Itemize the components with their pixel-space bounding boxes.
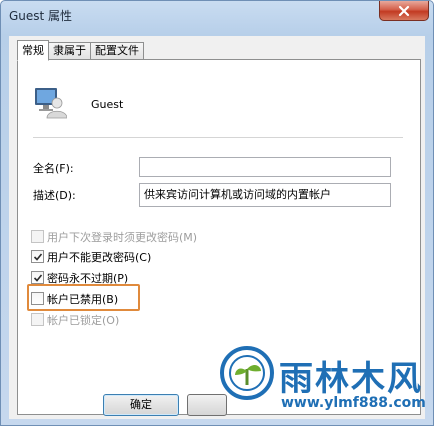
tab-member-of[interactable]: 隶属于 (48, 42, 91, 60)
option-must-change-password[interactable]: 用户下次登录时须更改密码(M) (31, 229, 197, 244)
tab-profile[interactable]: 配置文件 (90, 42, 144, 60)
tab-strip: 常规 隶属于 配置文件 (17, 38, 144, 61)
watermark-brand: 雨林木风 (279, 359, 423, 399)
tab-general[interactable]: 常规 (17, 40, 49, 61)
checkbox[interactable] (31, 250, 44, 263)
highlight-box (27, 284, 140, 311)
checkmark-icon (33, 274, 43, 282)
close-icon (398, 5, 410, 16)
close-button[interactable] (379, 1, 429, 21)
option-label: 用户不能更改密码(C) (47, 250, 152, 264)
description-label: 描述(D): (33, 189, 76, 202)
description-field[interactable]: 供来宾访问计算机或访问域的内置帐户 (139, 183, 391, 207)
fullname-field[interactable] (139, 157, 391, 177)
user-account-icon (35, 88, 67, 119)
watermark: 雨林木风 www.ylmf888.com (219, 343, 434, 426)
checkbox[interactable] (31, 230, 44, 243)
checkbox[interactable] (31, 271, 44, 284)
option-label: 帐户已锁定(O) (47, 313, 120, 327)
option-password-never-expires[interactable]: 密码永不过期(P) (31, 270, 128, 285)
fullname-label: 全名(F): (33, 162, 74, 175)
option-account-locked[interactable]: 帐户已锁定(O) (31, 312, 119, 327)
username-label: Guest (91, 98, 124, 111)
window-title: Guest 属性 (9, 9, 73, 23)
option-label: 用户下次登录时须更改密码(M) (47, 230, 198, 244)
checkmark-icon (33, 253, 43, 261)
checkbox[interactable] (31, 313, 44, 326)
title-bar[interactable]: Guest 属性 (1, 1, 433, 29)
watermark-url: www.ylmf888.com (281, 395, 426, 411)
ylmf-logo-icon (220, 346, 274, 400)
option-cannot-change-password[interactable]: 用户不能更改密码(C) (31, 249, 151, 264)
properties-window: Guest 属性 常规 隶属于 配置文件 Guest 全名(F): 描述(D):… (0, 0, 434, 426)
ok-button[interactable]: 确定 (103, 394, 179, 416)
divider (33, 137, 403, 138)
